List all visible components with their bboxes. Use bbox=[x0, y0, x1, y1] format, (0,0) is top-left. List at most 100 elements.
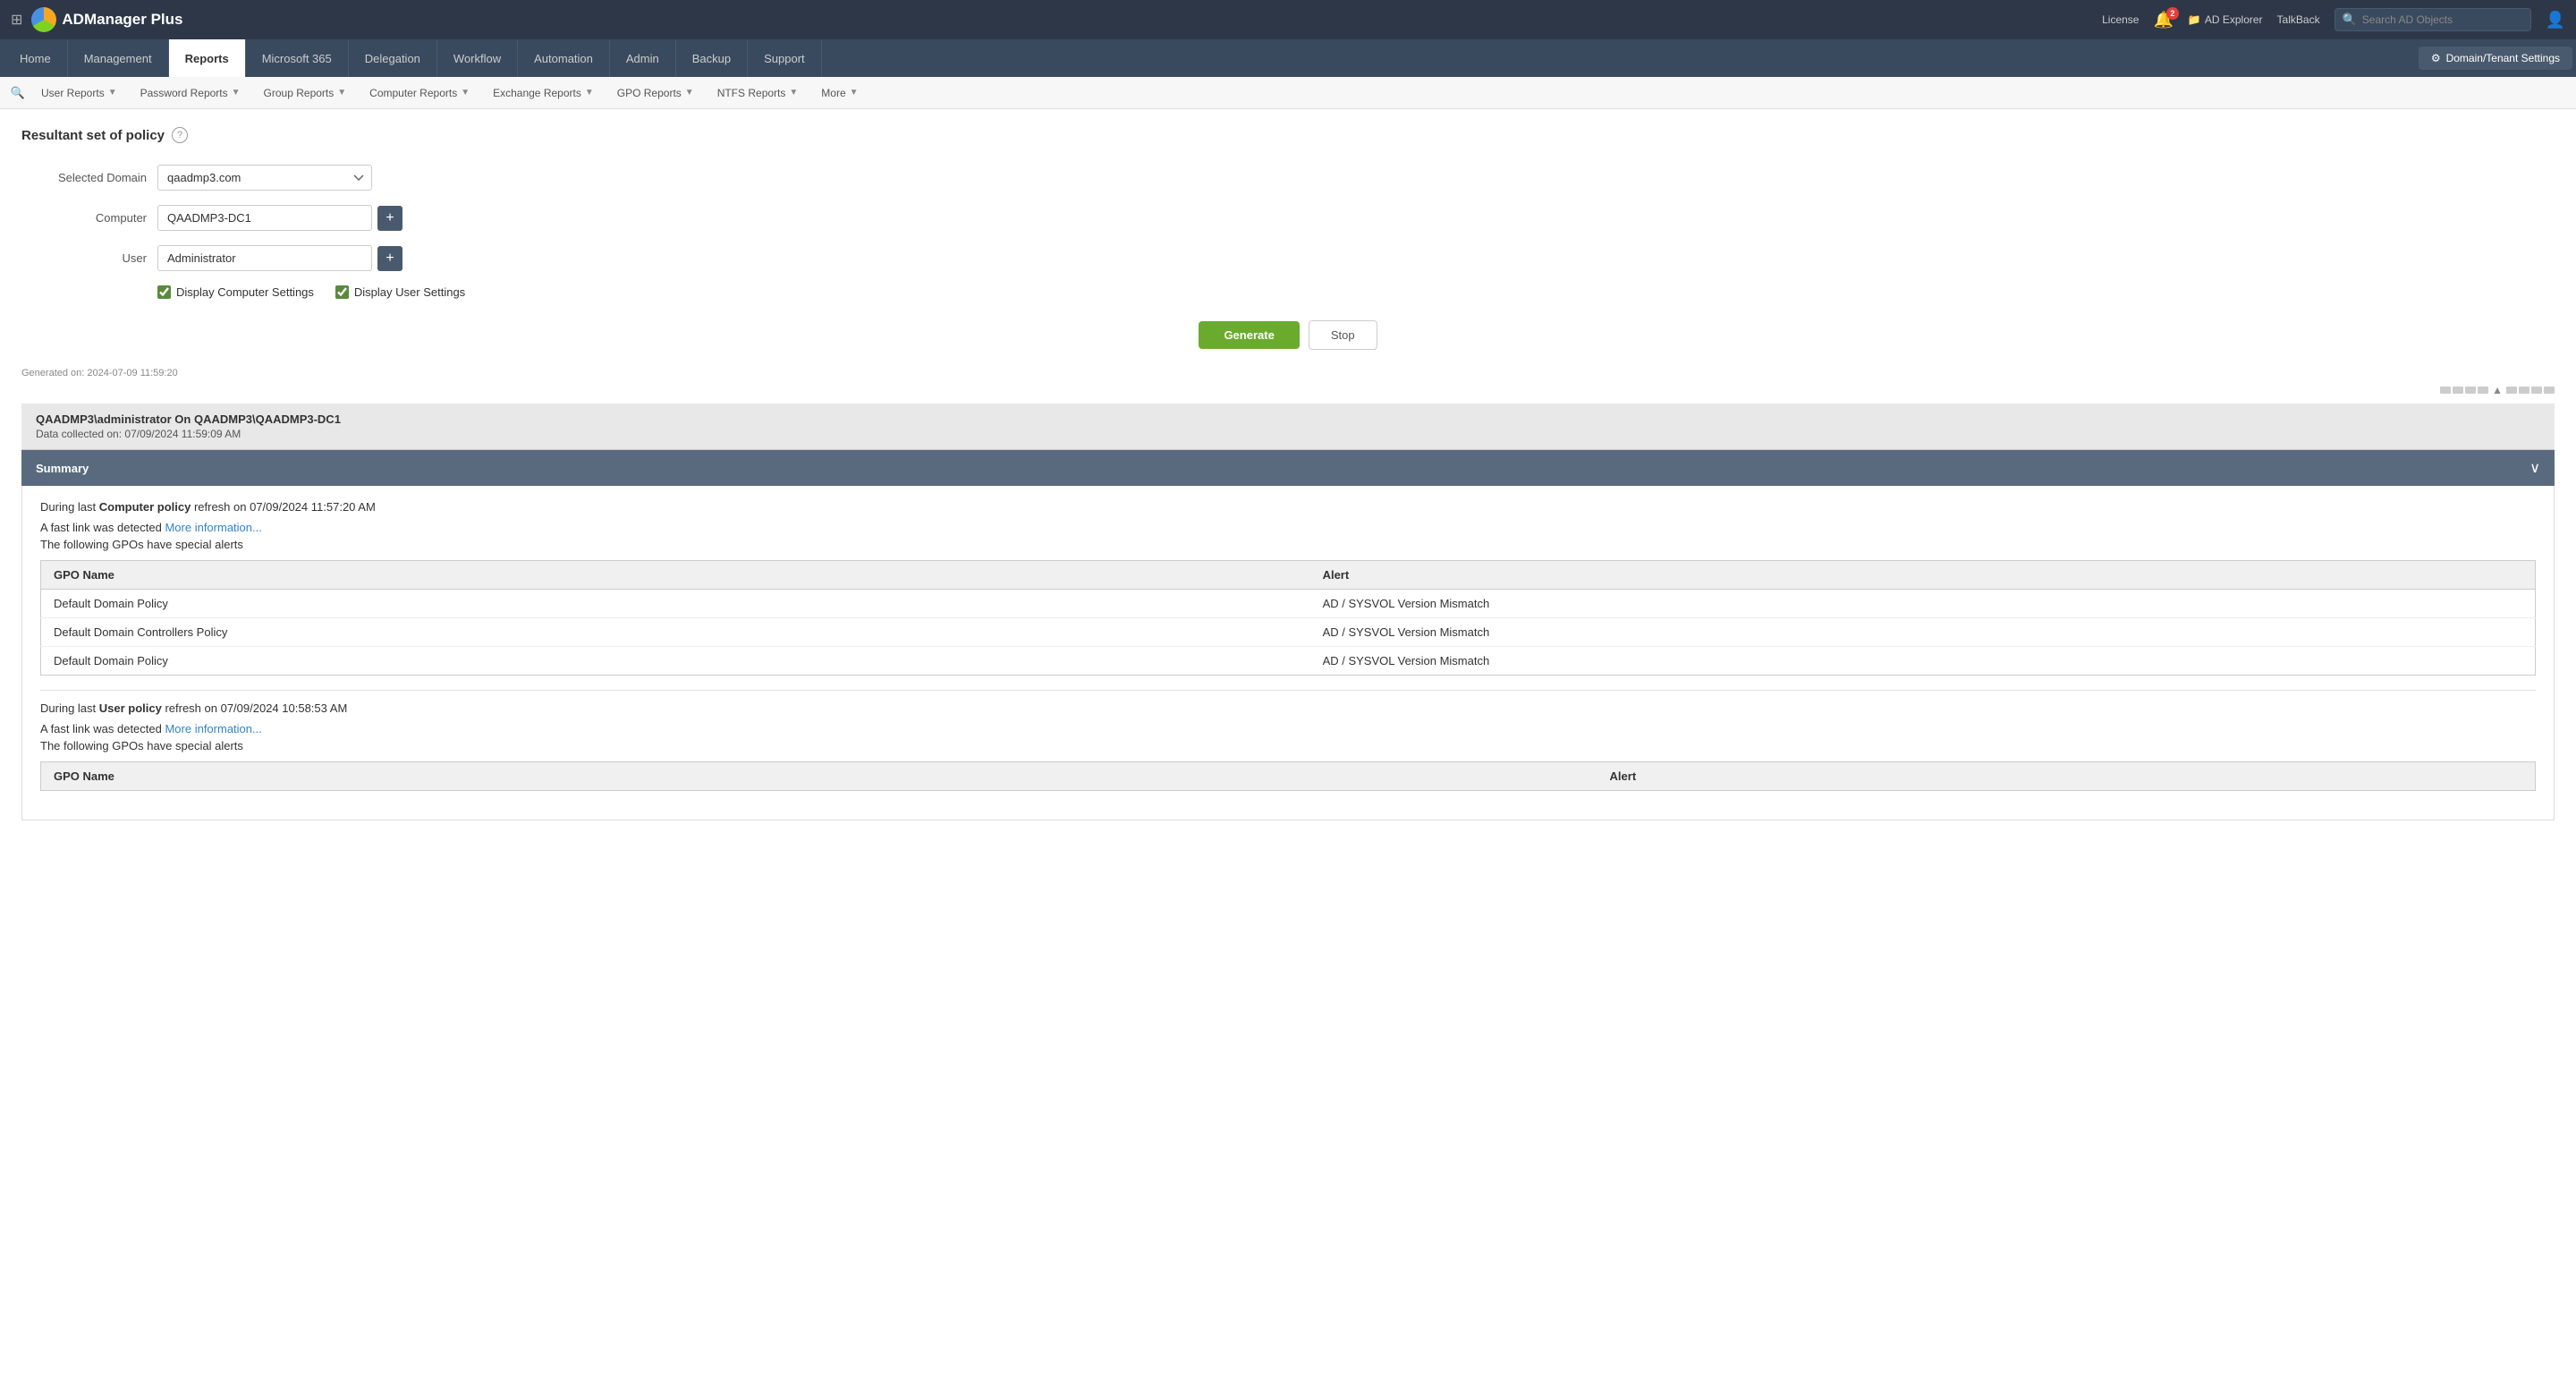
user-gpo-table-header-alert: Alert bbox=[1597, 762, 2536, 791]
password-reports-dropdown-arrow: ▼ bbox=[232, 88, 241, 98]
alert-cell: AD / SYSVOL Version Mismatch bbox=[1310, 618, 2536, 647]
computer-policy-bold: Computer policy bbox=[99, 500, 191, 514]
computer-more-info-link[interactable]: More information... bbox=[165, 521, 261, 534]
display-computer-settings-checkbox-label[interactable]: Display Computer Settings bbox=[157, 285, 314, 299]
alert-cell: AD / SYSVOL Version Mismatch bbox=[1310, 590, 2536, 618]
generate-button[interactable]: Generate bbox=[1199, 321, 1299, 349]
nav-management[interactable]: Management bbox=[68, 39, 169, 77]
user-add-button[interactable]: + bbox=[377, 246, 402, 271]
user-label: User bbox=[21, 251, 147, 265]
results-main-title: QAADMP3\administrator On QAADMP3\QAADMP3… bbox=[36, 412, 2540, 426]
content-area: Resultant set of policy ? Selected Domai… bbox=[0, 109, 2576, 1394]
sub-nav-user-reports[interactable]: User Reports ▼ bbox=[30, 77, 128, 108]
notification-bell[interactable]: 🔔 2 bbox=[2153, 11, 2173, 30]
user-input-wrap: + bbox=[157, 245, 402, 271]
sub-nav-gpo-reports[interactable]: GPO Reports ▼ bbox=[606, 77, 705, 108]
license-link[interactable]: License bbox=[2102, 13, 2139, 26]
grid-icon[interactable]: ⊞ bbox=[11, 11, 22, 29]
user-policy-bold: User policy bbox=[99, 701, 162, 715]
search-icon: 🔍 bbox=[2343, 13, 2357, 27]
computer-add-button[interactable]: + bbox=[377, 206, 402, 231]
gpo-name-cell: Default Domain Controllers Policy bbox=[41, 618, 1310, 647]
selected-domain-label: Selected Domain bbox=[21, 171, 147, 184]
action-buttons-row: Generate Stop bbox=[21, 320, 2555, 350]
display-user-settings-checkbox-label[interactable]: Display User Settings bbox=[335, 285, 465, 299]
ntfs-reports-dropdown-arrow: ▼ bbox=[789, 88, 798, 98]
user-fast-link: A fast link was detected More informatio… bbox=[40, 722, 2536, 735]
exchange-reports-dropdown-arrow: ▼ bbox=[585, 88, 594, 98]
top-bar-left: ⊞ ADManager Plus bbox=[11, 7, 183, 32]
sub-nav-password-reports[interactable]: Password Reports ▼ bbox=[130, 77, 251, 108]
sub-nav-computer-reports[interactable]: Computer Reports ▼ bbox=[359, 77, 480, 108]
sub-nav-search-icon[interactable]: 🔍 bbox=[7, 82, 29, 104]
user-avatar-icon[interactable]: 👤 bbox=[2546, 11, 2565, 30]
gpo-name-cell: Default Domain Policy bbox=[41, 647, 1310, 676]
scroll-seg-1 bbox=[2440, 387, 2451, 394]
display-computer-settings-label: Display Computer Settings bbox=[176, 285, 314, 299]
summary-chevron-icon: ∨ bbox=[2529, 459, 2540, 477]
computer-input[interactable] bbox=[157, 205, 372, 231]
nav-support[interactable]: Support bbox=[748, 39, 822, 77]
page-title: Resultant set of policy bbox=[21, 128, 165, 143]
computer-label: Computer bbox=[21, 211, 147, 225]
page-title-row: Resultant set of policy ? bbox=[21, 127, 2555, 143]
scroll-seg-2 bbox=[2453, 387, 2463, 394]
scroll-bar-2[interactable] bbox=[2506, 387, 2555, 394]
results-collected-on: Data collected on: 07/09/2024 11:59:09 A… bbox=[36, 428, 2540, 440]
user-policy-section: During last User policy refresh on 07/09… bbox=[40, 701, 2536, 791]
display-user-settings-checkbox[interactable] bbox=[335, 285, 349, 299]
gear-icon: ⚙ bbox=[2431, 52, 2441, 64]
computer-gpo-table: GPO Name Alert Default Domain PolicyAD /… bbox=[40, 560, 2536, 676]
folder-icon: 📁 bbox=[2188, 13, 2201, 26]
section-divider bbox=[40, 690, 2536, 691]
scroll-bar[interactable] bbox=[2440, 387, 2488, 394]
computer-policy-prefix: During last bbox=[40, 500, 99, 514]
computer-policy-text: During last Computer policy refresh on 0… bbox=[40, 500, 2536, 514]
app-name: ADManager Plus bbox=[62, 11, 182, 29]
table-row: Default Domain PolicyAD / SYSVOL Version… bbox=[41, 590, 2536, 618]
gpo-reports-dropdown-arrow: ▼ bbox=[685, 88, 694, 98]
selected-domain-select[interactable]: qaadmp3.com bbox=[157, 165, 372, 191]
nav-microsoft365[interactable]: Microsoft 365 bbox=[246, 39, 349, 77]
summary-header[interactable]: Summary ∨ bbox=[21, 450, 2555, 486]
nav-reports[interactable]: Reports bbox=[169, 39, 246, 77]
ad-explorer-button[interactable]: 📁 AD Explorer bbox=[2188, 13, 2263, 26]
form-section: Selected Domain qaadmp3.com Computer + U… bbox=[21, 165, 648, 299]
search-input[interactable] bbox=[2362, 13, 2523, 26]
sub-nav-group-reports[interactable]: Group Reports ▼ bbox=[253, 77, 358, 108]
notif-badge: 2 bbox=[2166, 7, 2179, 20]
nav-admin[interactable]: Admin bbox=[610, 39, 676, 77]
user-more-info-link[interactable]: More information... bbox=[165, 722, 261, 735]
computer-gpo-note: The following GPOs have special alerts bbox=[40, 538, 2536, 551]
computer-policy-section: During last Computer policy refresh on 0… bbox=[40, 500, 2536, 676]
sub-nav-ntfs-reports[interactable]: NTFS Reports ▼ bbox=[707, 77, 809, 108]
user-gpo-note: The following GPOs have special alerts bbox=[40, 739, 2536, 752]
nav-right: ⚙ Domain/Tenant Settings bbox=[2419, 47, 2572, 70]
display-user-settings-label: Display User Settings bbox=[354, 285, 465, 299]
sub-nav-exchange-reports[interactable]: Exchange Reports ▼ bbox=[482, 77, 605, 108]
scroll-seg-4 bbox=[2478, 387, 2488, 394]
main-nav: Home Management Reports Microsoft 365 De… bbox=[0, 39, 2576, 77]
domain-settings-button[interactable]: ⚙ Domain/Tenant Settings bbox=[2419, 47, 2572, 70]
user-policy-prefix: During last bbox=[40, 701, 99, 715]
gpo-name-cell: Default Domain Policy bbox=[41, 590, 1310, 618]
scroll-seg-7 bbox=[2531, 387, 2542, 394]
nav-delegation[interactable]: Delegation bbox=[349, 39, 437, 77]
nav-workflow[interactable]: Workflow bbox=[437, 39, 518, 77]
display-computer-settings-checkbox[interactable] bbox=[157, 285, 171, 299]
alert-cell: AD / SYSVOL Version Mismatch bbox=[1310, 647, 2536, 676]
nav-home[interactable]: Home bbox=[4, 39, 68, 77]
help-icon[interactable]: ? bbox=[172, 127, 188, 143]
scroll-up-arrow[interactable]: ▲ bbox=[2492, 384, 2503, 396]
stop-button[interactable]: Stop bbox=[1309, 320, 1377, 350]
top-bar-right: License 🔔 2 📁 AD Explorer TalkBack 🔍 👤 bbox=[2102, 8, 2565, 31]
user-input[interactable] bbox=[157, 245, 372, 271]
search-box: 🔍 bbox=[2334, 8, 2531, 31]
nav-automation[interactable]: Automation bbox=[518, 39, 610, 77]
user-policy-text: During last User policy refresh on 07/09… bbox=[40, 701, 2536, 715]
nav-backup[interactable]: Backup bbox=[676, 39, 748, 77]
talkback-link[interactable]: TalkBack bbox=[2277, 13, 2320, 26]
computer-policy-suffix: refresh on 07/09/2024 11:57:20 AM bbox=[191, 500, 375, 514]
table-row: Default Domain PolicyAD / SYSVOL Version… bbox=[41, 647, 2536, 676]
sub-nav-more[interactable]: More ▼ bbox=[810, 77, 869, 108]
